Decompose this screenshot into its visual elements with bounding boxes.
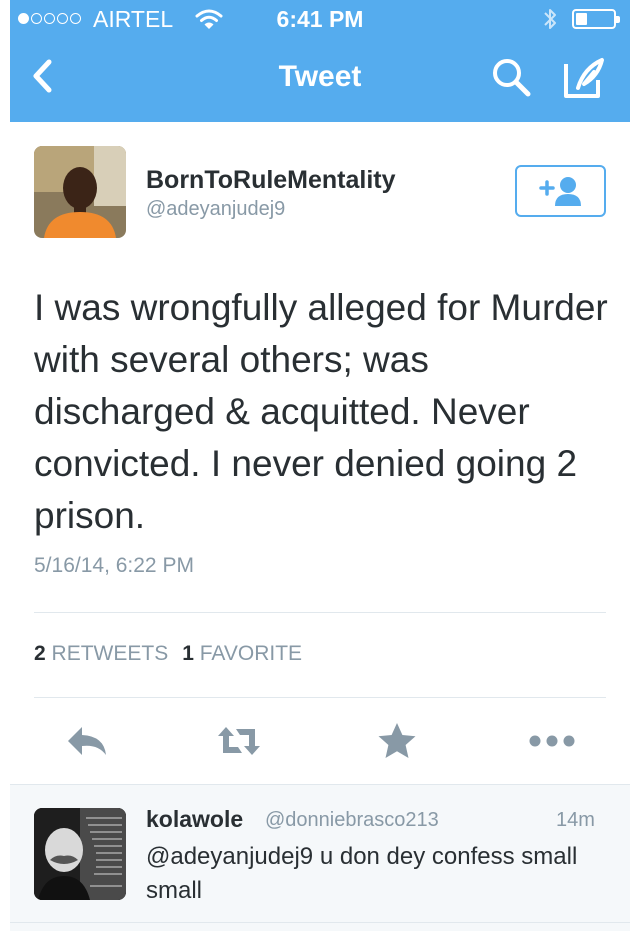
reply-icon — [68, 727, 106, 755]
favorites-stat[interactable]: 1 FAVORITE — [182, 642, 302, 665]
add-user-icon — [538, 177, 581, 206]
app-header: AIRTEL 6:41 PM Tweet — [10, 0, 630, 122]
status-bar: AIRTEL 6:41 PM — [10, 0, 630, 38]
author-handle[interactable]: @adeyanjudej9 — [146, 198, 285, 221]
divider — [34, 612, 606, 613]
divider — [34, 697, 606, 698]
favorite-button[interactable] — [372, 716, 422, 766]
favorite-star-icon — [378, 723, 416, 758]
retweets-stat[interactable]: 2 RETWEETS — [34, 642, 168, 665]
search-button[interactable] — [488, 54, 536, 102]
author-display-name[interactable]: BornToRuleMentality — [146, 166, 396, 195]
status-time: 6:41 PM — [276, 6, 364, 32]
retweets-label: RETWEETS — [51, 642, 169, 665]
nav-bar: Tweet — [10, 38, 630, 122]
tweet-text: I was wrongfully alleged for Murder with… — [34, 287, 608, 536]
reply-text: @adeyanjudej9 u don dey confess small sm… — [146, 843, 578, 904]
reply-author-name[interactable]: kolawole — [146, 806, 243, 833]
search-icon — [493, 59, 531, 97]
favorites-count: 1 — [182, 642, 194, 665]
retweet-button[interactable] — [214, 716, 264, 766]
retweets-count: 2 — [34, 642, 46, 665]
battery-level — [576, 13, 587, 25]
reply-time: 14m — [556, 809, 595, 831]
bluetooth-icon — [542, 6, 558, 37]
reply-author-handle[interactable]: @donniebrasco213 — [265, 809, 439, 832]
reply-author-avatar[interactable] — [34, 808, 126, 900]
tweet-detail-screen: AIRTEL 6:41 PM Tweet BornToRuleMentality… — [0, 0, 640, 931]
battery-nub — [616, 16, 620, 23]
favorites-label: FAVORITE — [199, 642, 303, 665]
page-title: Tweet — [278, 60, 362, 93]
retweet-icon — [218, 727, 260, 755]
battery-icon — [572, 9, 620, 29]
author-avatar[interactable] — [34, 146, 126, 238]
more-button[interactable] — [527, 716, 577, 766]
tweet-stats: 2 RETWEETS 1 FAVORITE — [34, 642, 302, 666]
follow-button[interactable] — [515, 165, 606, 217]
divider — [10, 922, 630, 923]
compose-button[interactable] — [558, 54, 610, 104]
compose-icon — [564, 58, 604, 98]
reply-button[interactable] — [62, 716, 112, 766]
tweet-timestamp: 5/16/14, 6:22 PM — [34, 554, 194, 577]
more-dots-icon — [529, 735, 575, 747]
